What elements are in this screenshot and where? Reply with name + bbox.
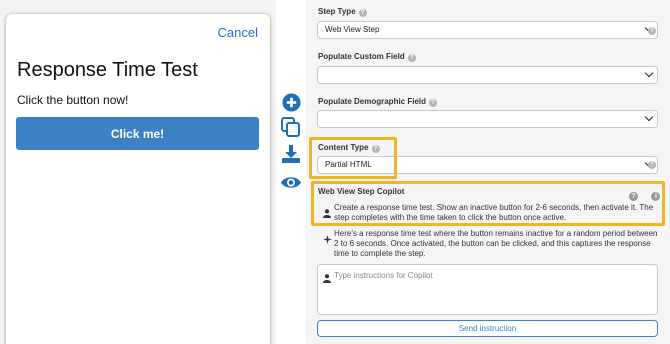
eye-icon[interactable] <box>279 170 303 194</box>
help-icon[interactable]: ? <box>358 9 367 17</box>
user-icon <box>323 270 331 288</box>
step-type-select[interactable]: Web View Step <box>317 21 658 39</box>
copilot-instruction-input[interactable]: Type instructions for Copilot <box>317 264 658 315</box>
custom-field-label: Populate Custom Field? <box>318 52 416 62</box>
download-icon[interactable] <box>279 142 303 166</box>
step-type-label: Step Type? <box>318 7 367 17</box>
content-type-highlight <box>309 137 397 179</box>
chevron-down-icon <box>644 112 654 122</box>
cancel-link[interactable]: Cancel <box>218 25 258 40</box>
sparkle-icon <box>323 231 332 249</box>
input-placeholder: Type instructions for Copilot <box>334 271 433 280</box>
copy-icon[interactable] <box>279 115 303 139</box>
help-icon[interactable]: ? <box>648 27 656 35</box>
preview-card: Cancel Response Time Test Click the butt… <box>6 14 270 344</box>
preview-title: Response Time Test <box>17 59 198 81</box>
help-icon[interactable]: ? <box>407 54 416 62</box>
demographic-field-select[interactable] <box>317 110 658 128</box>
chevron-down-icon <box>644 68 654 78</box>
preview-area: Cancel Response Time Test Click the butt… <box>0 0 276 344</box>
click-me-button[interactable]: Click me! <box>16 117 259 150</box>
copilot-highlight <box>311 181 665 226</box>
custom-field-select[interactable] <box>317 66 658 84</box>
settings-panel: Step Type? Web View Step ? Populate Cust… <box>306 0 670 344</box>
demographic-field-label: Populate Demographic Field? <box>318 97 438 107</box>
help-icon[interactable]: ? <box>648 161 656 169</box>
ai-message: Here's a response time test where the bu… <box>334 229 658 258</box>
preview-instruction: Click the button now! <box>17 93 129 107</box>
help-icon[interactable]: ? <box>429 99 438 107</box>
plus-circle-icon[interactable] <box>279 90 303 114</box>
tool-bar <box>278 0 306 344</box>
send-instruction-button[interactable]: Send instruction <box>317 320 658 337</box>
